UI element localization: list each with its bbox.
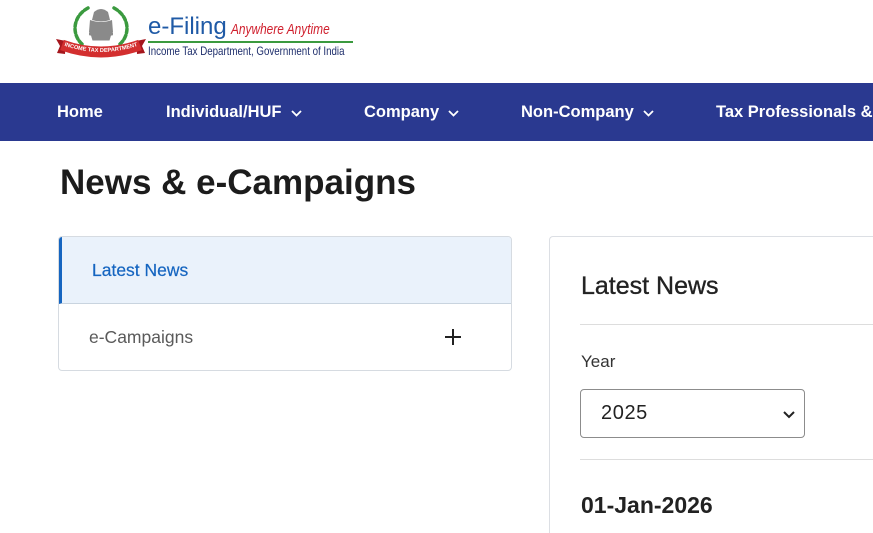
plus-icon[interactable] (444, 328, 462, 346)
nav-item-tax-professionals[interactable]: Tax Professionals & (716, 83, 873, 141)
sidebar-item-latest-news[interactable]: Latest News (59, 237, 511, 304)
sidebar-item-label: Latest News (92, 259, 189, 280)
efiling-logo[interactable]: INCOME TAX DEPARTMENT e-Filing Anywhere … (56, 4, 366, 66)
year-select[interactable]: 2025 (580, 389, 805, 438)
brand-divider (148, 41, 353, 43)
brand-name: e-Filing (148, 13, 227, 40)
main-nav: Home Individual/HUF Company Non-Company … (0, 83, 873, 141)
nav-item-company[interactable]: Company (364, 83, 459, 141)
chevron-down-icon (290, 109, 302, 117)
sidebar-item-label: e-Campaigns (89, 326, 194, 347)
nav-item-label: Non-Company (521, 102, 634, 121)
brand-row: e-Filing Anywhere Anytime (148, 13, 351, 41)
nav-item-individual-huf[interactable]: Individual/HUF (166, 83, 302, 141)
chevron-down-icon (643, 109, 654, 117)
chevron-down-icon (448, 109, 459, 117)
panel-heading: Latest News (581, 272, 719, 300)
nav-item-home[interactable]: Home (57, 83, 103, 141)
news-entry-date: 01-Jan-2026 (581, 492, 713, 518)
page-title: News & e-Campaigns (60, 163, 416, 202)
news-panel: Latest News Year 2025 01-Jan-2026 (549, 236, 873, 533)
year-select-value: 2025 (601, 402, 648, 424)
brand-subtitle: Income Tax Department, Government of Ind… (148, 44, 345, 58)
chevron-down-icon (783, 411, 795, 419)
nav-item-non-company[interactable]: Non-Company (521, 83, 654, 141)
panel-divider (580, 324, 873, 325)
lion-capital-icon (89, 9, 113, 41)
nav-item-label: Tax Professionals & (716, 102, 873, 121)
sidebar-item-e-campaigns[interactable]: e-Campaigns (59, 304, 511, 370)
emblem-icon: INCOME TAX DEPARTMENT (56, 6, 146, 58)
panel-divider (580, 459, 873, 460)
nav-item-label: Individual/HUF (166, 102, 282, 121)
nav-item-label: Home (57, 102, 103, 121)
news-sidebar: Latest News e-Campaigns (58, 236, 512, 371)
site-header: INCOME TAX DEPARTMENT e-Filing Anywhere … (0, 0, 873, 83)
nav-item-label: Company (364, 102, 440, 121)
brand-tagline: Anywhere Anytime (230, 22, 330, 38)
year-label: Year (581, 352, 616, 371)
